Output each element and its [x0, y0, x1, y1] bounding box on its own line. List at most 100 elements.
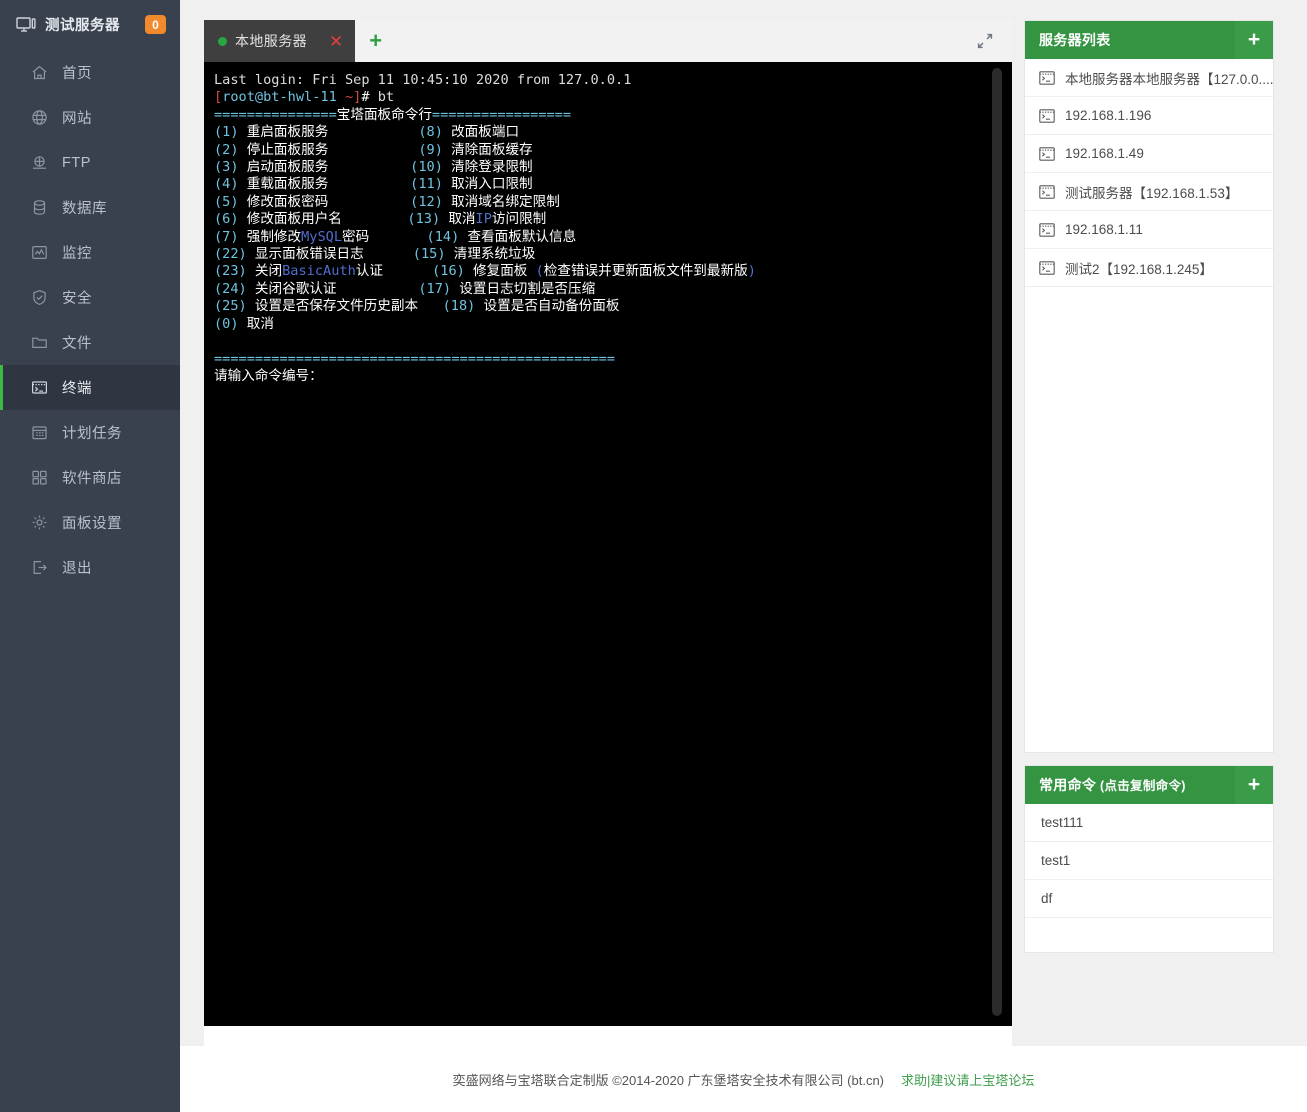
sidebar-header: 测试服务器 0 — [0, 0, 180, 50]
close-icon[interactable]: ✕ — [315, 33, 343, 50]
sidebar-item-crontab[interactable]: 计划任务 — [0, 410, 180, 455]
terminal-text: (16) — [432, 263, 465, 279]
terminal-text: 修改面板用户名 — [239, 211, 408, 227]
terminal-text: 关闭 — [247, 263, 282, 279]
terminal-text: 停止面板服务 — [239, 142, 419, 158]
apps-icon — [31, 469, 48, 486]
sidebar-item-database[interactable]: 数据库 — [0, 185, 180, 230]
sidebar-item-ftp[interactable]: FTP — [0, 140, 180, 185]
terminal-text: 设置是否保存文件历史副本 — [247, 298, 443, 314]
sidebar-item-monitor[interactable]: 监控 — [0, 230, 180, 275]
terminal-text: (3) — [214, 159, 239, 175]
terminal-icon — [1039, 147, 1055, 161]
globe-icon — [31, 109, 48, 126]
terminal-screen[interactable]: Last login: Fri Sep 11 10:45:10 2020 fro… — [204, 62, 1012, 1026]
server-list-item-label: 本地服务器本地服务器【127.0.0.... — [1065, 68, 1273, 88]
ftp-icon — [31, 154, 48, 171]
command-list-item[interactable]: df — [1025, 880, 1273, 918]
bt-panel-app: 测试服务器 0 首页 网站 FTP — [0, 0, 1307, 1112]
notification-badge[interactable]: 0 — [145, 15, 166, 34]
terminal-text: [ — [214, 89, 222, 105]
server-list: 本地服务器本地服务器【127.0.0.... 192.168.1.196 192.1… — [1025, 59, 1273, 752]
terminal-text: 修改面板密码 — [239, 194, 411, 210]
sidebar-item-home[interactable]: 首页 — [0, 50, 180, 95]
server-list-item-label: 测试2【192.168.1.245】 — [1065, 258, 1213, 278]
server-list-item[interactable]: 测试服务器【192.168.1.53】 — [1025, 173, 1273, 211]
terminal-text: ========================================… — [214, 351, 615, 367]
add-tab-button[interactable]: + — [355, 20, 396, 62]
terminal-line — [214, 333, 1012, 350]
sidebar-item-website[interactable]: 网站 — [0, 95, 180, 140]
terminal-text: 清理系统垃圾 — [446, 246, 536, 262]
terminal-text: 访问限制 — [492, 211, 546, 227]
server-list-item[interactable]: 测试2【192.168.1.245】 — [1025, 249, 1273, 287]
commands-panel: 常用命令 (点击复制命令) + test111test1df — [1024, 765, 1274, 953]
server-list-item-label: 192.168.1.196 — [1065, 108, 1151, 123]
server-list-item[interactable]: 192.168.1.49 — [1025, 135, 1273, 173]
terminal-text: 强制修改 — [239, 229, 302, 245]
terminal-text: 取消域名绑定限制 — [443, 194, 560, 210]
calendar-icon — [31, 424, 48, 441]
monitor-icon — [16, 17, 36, 33]
terminal-text: # — [361, 89, 377, 105]
expand-icon[interactable] — [974, 30, 996, 52]
terminal-text: 显示面板错误日志 — [247, 246, 413, 262]
server-list-item-label: 192.168.1.49 — [1065, 146, 1144, 161]
sidebar-title: 测试服务器 — [45, 14, 136, 35]
terminal-line: ===============宝塔面板命令行================= — [214, 107, 1012, 124]
terminal-text: 清除面板缓存 — [443, 142, 533, 158]
terminal-text: (7) — [214, 229, 239, 245]
sidebar-item-label: 监控 — [62, 242, 92, 263]
terminal-text: (15) — [413, 246, 446, 262]
terminal-line: (23) 关闭BasicAuth认证 (16) 修复面板 (检查错误并更新面板文… — [214, 263, 1012, 280]
terminal-text: 请输入命令编号： — [214, 368, 323, 384]
terminal-tab[interactable]: 本地服务器 ✕ — [204, 20, 355, 62]
terminal-scrollbar[interactable] — [992, 68, 1002, 1016]
server-list-item[interactable]: 192.168.1.11 — [1025, 211, 1273, 249]
sidebar-item-security[interactable]: 安全 — [0, 275, 180, 320]
footer-forum-link[interactable]: 求助|建议请上宝塔论坛 — [901, 1070, 1034, 1089]
terminal-text: 认证 — [356, 263, 432, 279]
sidebar-item-label: FTP — [62, 155, 91, 171]
terminal-text: (6) — [214, 211, 239, 227]
terminal-text: (4) — [214, 176, 239, 192]
command-list-item[interactable]: test1 — [1025, 842, 1273, 880]
terminal-icon — [31, 379, 48, 396]
add-server-button[interactable]: + — [1235, 21, 1273, 59]
terminal-text: ) — [748, 263, 756, 279]
terminal-text: 查看面板默认信息 — [459, 229, 576, 245]
sidebar-item-files[interactable]: 文件 — [0, 320, 180, 365]
terminal-text: 取消 — [239, 316, 274, 332]
terminal-line: (7) 强制修改MySQL密码 (14) 查看面板默认信息 — [214, 229, 1012, 246]
terminal-text: 设置是否自动备份面板 — [475, 298, 619, 314]
terminal-text: =============== — [214, 107, 337, 123]
terminal-line: Last login: Fri Sep 11 10:45:10 2020 fro… — [214, 72, 1012, 89]
server-list-item-label: 测试服务器【192.168.1.53】 — [1065, 182, 1238, 202]
sidebar-item-logout[interactable]: 退出 — [0, 545, 180, 590]
terminal-text: (10) — [410, 159, 443, 175]
terminal-line: 请输入命令编号： — [214, 368, 1012, 385]
commands-title-sub: (点击复制命令) — [1096, 779, 1186, 793]
sidebar-item-settings[interactable]: 面板设置 — [0, 500, 180, 545]
terminal-line: [root@bt-hwl-11 ~]# bt — [214, 89, 1012, 106]
terminal-line: (25) 设置是否保存文件历史副本 (18) 设置是否自动备份面板 — [214, 298, 1012, 315]
sidebar-item-terminal[interactable]: 终端 — [0, 365, 180, 410]
add-command-button[interactable]: + — [1235, 766, 1273, 804]
terminal-text: root@bt-hwl-11 — [222, 89, 337, 105]
terminal-text: (24) — [214, 281, 247, 297]
terminal-text: (1) — [214, 124, 239, 140]
terminal-text: 关闭谷歌认证 — [247, 281, 419, 297]
terminal-line: (22) 显示面板错误日志 (15) 清理系统垃圾 — [214, 246, 1012, 263]
content-area: 本地服务器 ✕ + Last login: Fri S — [180, 0, 1307, 1046]
command-list-item[interactable]: test111 — [1025, 804, 1273, 842]
server-list-item[interactable]: 本地服务器本地服务器【127.0.0.... — [1025, 59, 1273, 97]
sidebar-item-appstore[interactable]: 软件商店 — [0, 455, 180, 500]
terminal-line: (4) 重载面板服务 (11) 取消入口限制 — [214, 176, 1012, 193]
terminal-tabbar: 本地服务器 ✕ + — [204, 20, 1012, 62]
scrollbar-thumb[interactable] — [992, 68, 1002, 1016]
sidebar-item-label: 安全 — [62, 287, 92, 308]
server-list-title: 服务器列表 — [1025, 30, 1235, 50]
terminal-text: ~] — [337, 89, 362, 105]
terminal-text: 密码 — [342, 229, 426, 245]
server-list-item[interactable]: 192.168.1.196 — [1025, 97, 1273, 135]
